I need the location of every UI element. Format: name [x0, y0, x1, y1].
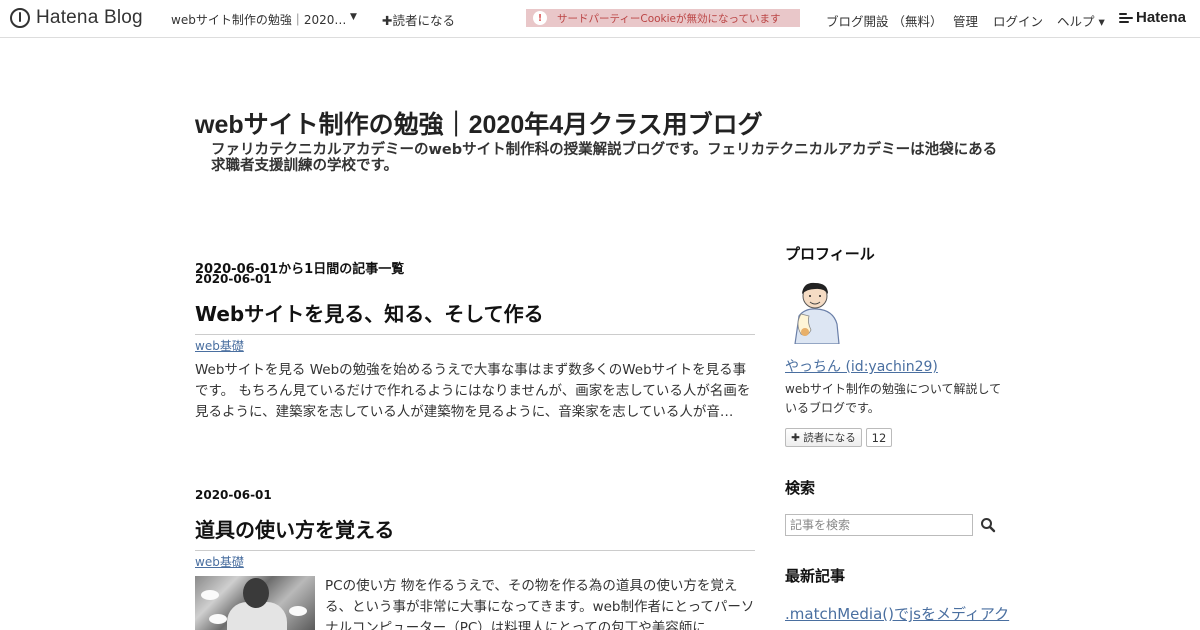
help-menu[interactable]: ヘルプ ▾	[1057, 11, 1105, 30]
warning-icon: !	[533, 11, 547, 25]
entry-thumbnail[interactable]	[195, 576, 315, 630]
hatena-blog-logo-text: Hatena Blog	[36, 7, 143, 28]
login-link[interactable]: ログイン	[993, 11, 1043, 30]
profile-description: webサイト制作の勉強について解説しているブログです。	[785, 382, 1002, 415]
recent-post-link[interactable]: .matchMedia()でjsをメディアク	[785, 603, 1009, 624]
avatar[interactable]	[785, 278, 845, 345]
profile-name-link[interactable]: やっちん (id:yachin29)	[785, 356, 938, 376]
hatena-logo[interactable]: Hatena	[1119, 9, 1186, 26]
search-heading: 検索	[785, 479, 816, 497]
open-blog-link[interactable]: ブログ開設 （無料）	[826, 11, 942, 30]
category-link[interactable]: web基礎	[195, 553, 244, 570]
entry-title-link[interactable]: 道具の使い方を覚える	[195, 514, 755, 551]
subscribe-link[interactable]: ✚読者になる	[382, 10, 455, 29]
search-input[interactable]	[785, 514, 973, 536]
hatena-mark-icon	[1119, 11, 1133, 25]
recent-posts-heading: 最新記事	[785, 567, 846, 585]
global-header: Hatena Blog webサイト制作の勉強｜2020… ▼ ✚読者になる !…	[0, 0, 1200, 38]
cookie-warning-text: サードパーティーCookieが無効になっています	[557, 12, 781, 25]
admin-link[interactable]: 管理	[953, 11, 978, 30]
search-icon[interactable]	[980, 517, 996, 533]
entry-title-link[interactable]: Webサイトを見る、知る、そして作る	[195, 298, 755, 335]
hatena-blog-logo-icon	[10, 8, 30, 28]
entry-excerpt: Webサイトを見る Webの勉強を始めるうえで大事な事はまず数多くのWebサイト…	[195, 362, 751, 420]
entry-date: 2020-06-01	[195, 272, 272, 286]
category-link[interactable]: web基礎	[195, 337, 244, 354]
blog-title[interactable]: webサイト制作の勉強｜2020年4月クラス用ブログ	[195, 105, 763, 141]
chevron-down-icon[interactable]: ▼	[350, 12, 357, 22]
subscriber-count[interactable]: 12	[866, 428, 892, 447]
subscribe-button[interactable]: ✚ 読者になる	[785, 428, 862, 447]
blog-description: ファリカテクニカルアカデミーのwebサイト制作科の授業解説ブログです。フェリカテ…	[211, 142, 998, 174]
entry-date: 2020-06-01	[195, 488, 272, 502]
profile-heading: プロフィール	[785, 245, 875, 263]
blog-switcher[interactable]: webサイト制作の勉強｜2020…	[171, 11, 346, 28]
cookie-warning-banner[interactable]: ! サードパーティーCookieが無効になっています	[526, 9, 800, 27]
hatena-blog-logo[interactable]: Hatena Blog	[10, 7, 143, 29]
hatena-logo-text: Hatena	[1136, 9, 1187, 26]
entry-excerpt: PCの使い方 物を作るうえで、その物を作る為の道具の使い方を覚える、という事が非…	[325, 578, 755, 630]
